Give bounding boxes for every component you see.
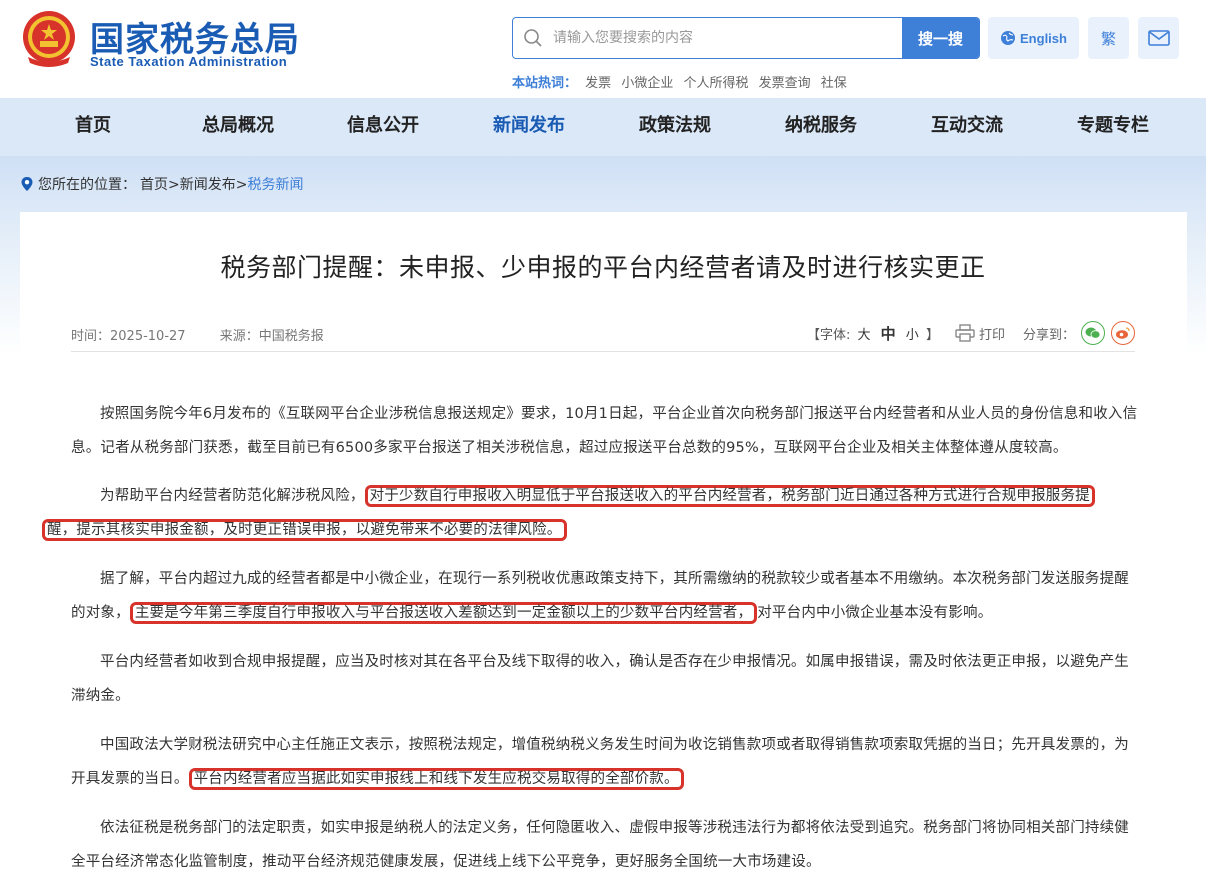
article-paragraph: 依法征税是税务部门的法定职责，如实申报是纳税人的法定义务，任何隐匿收入、虚假申报…: [71, 820, 1129, 870]
font-size-medium[interactable]: 中: [881, 325, 896, 343]
font-size-large[interactable]: 大: [857, 328, 870, 343]
article-source: 来源：中国税务报: [219, 329, 324, 344]
hot-word-link[interactable]: 发票: [585, 76, 611, 91]
hot-words-label: 本站热词：: [512, 76, 578, 91]
hot-word-link[interactable]: 小微企业: [621, 76, 673, 91]
hot-word-link[interactable]: 社保: [821, 76, 847, 91]
globe-icon: [1001, 31, 1016, 45]
highlighted-text: 平台内经营者应当据此如实申报线上和线下发生应税交易取得的全部价款。: [188, 768, 684, 790]
search-input[interactable]: [553, 18, 903, 58]
article-paragraph: 中国政法大学财税法研究中心主任施正文表示，按照税法规定，增值税纳税义务发生时间为…: [71, 728, 1141, 796]
nav-item-special-topics[interactable]: 专题专栏: [1077, 98, 1149, 156]
paragraph-text: 对平台内中小微企业基本没有影响。: [757, 605, 993, 621]
mail-icon: [1147, 30, 1170, 46]
breadcrumb-prefix: 您所在的位置：: [38, 177, 136, 193]
article-title: 税务部门提醒：未申报、少申报的平台内经营者请及时进行核实更正: [220, 253, 986, 282]
article-meta: 时间：2025-10-27 来源：中国税务报 【字体: 大 中 小 】 打印 分…: [71, 316, 1135, 352]
breadcrumb-path[interactable]: 首页>新闻发布>: [140, 174, 247, 194]
highlighted-text: 对于少数自行申报收入明显低于平台报送收入的平台内经营者，税务部门近日通过各种方式…: [364, 485, 1095, 507]
location-pin-icon: [21, 177, 33, 191]
article-tools: 【字体: 大 中 小 】 打印 分享到：: [807, 321, 1135, 345]
article-paragraph: 平台内经营者如收到合规申报提醒，应当及时核对其在各平台及线下取得的收入，确认是否…: [71, 654, 1129, 704]
print-button[interactable]: 打印: [955, 324, 1005, 343]
nav-item-tax-service[interactable]: 纳税服务: [785, 98, 857, 156]
national-emblem-logo[interactable]: [20, 9, 78, 69]
highlighted-text: 主要是今年第三季度自行申报收入与平台报送收入差额达到一定金额以上的少数平台内经营…: [129, 602, 758, 624]
mail-button[interactable]: [1138, 17, 1179, 59]
article-meta-left: 时间：2025-10-27 来源：中国税务报: [71, 325, 354, 344]
site-logo-english[interactable]: State Taxation Administration: [90, 54, 287, 69]
english-label: English: [1020, 30, 1067, 46]
site-header: 国家税务总局 State Taxation Administration 搜一搜…: [0, 0, 1206, 98]
printer-icon: [955, 324, 975, 342]
hot-word-link[interactable]: 发票查询: [759, 76, 811, 91]
font-size-open: 【字体:: [806, 327, 851, 343]
wechat-share-icon[interactable]: [1081, 321, 1105, 345]
nav-item-info-disclosure[interactable]: 信息公开: [347, 98, 419, 156]
print-label: 打印: [978, 327, 1005, 343]
article-paragraph: 按照国务院今年6月发布的《互联网平台企业涉税信息报送规定》要求，10月1日起，平…: [71, 406, 1138, 456]
paragraph-text: 为帮助平台内经营者防范化解涉税风险，: [100, 488, 365, 504]
search-button[interactable]: 搜一搜: [902, 18, 979, 58]
highlighted-text: 醒，提示其核实申报金额，及时更正错误申报，以避免带来不必要的法律风险。: [42, 519, 567, 541]
breadcrumb: 您所在的位置： 首页>新闻发布> 税务新闻: [20, 174, 303, 194]
nav-item-news[interactable]: 新闻发布: [493, 98, 565, 156]
nav-item-policy[interactable]: 政策法规: [639, 98, 711, 156]
main-nav: 首页 总局概况 信息公开 新闻发布 政策法规 纳税服务 互动交流 专题专栏: [0, 98, 1206, 156]
nav-item-interaction[interactable]: 互动交流: [931, 98, 1003, 156]
nav-item-home[interactable]: 首页: [75, 98, 111, 156]
traditional-chinese-button[interactable]: 繁: [1088, 17, 1129, 59]
font-size-small[interactable]: 小: [906, 328, 919, 343]
article-paragraph: 为帮助平台内经营者防范化解涉税风险， 对于少数自行申报收入明显低于平台报送收入的平…: [42, 479, 1141, 547]
font-size-control: 【字体: 大 中 小 】: [807, 323, 939, 344]
publish-time: 时间：2025-10-27: [71, 329, 186, 344]
hot-words-bar: 本站热词： 发票 小微企业 个人所得税 发票查询 社保: [512, 72, 853, 91]
search-icon: [524, 29, 542, 47]
article-paragraph: 据了解，平台内超过九成的经营者都是中小微企业，在现行一系列税收优惠政策支持下，其…: [71, 562, 1141, 630]
search-box: 搜一搜: [512, 17, 980, 59]
font-size-close: 】: [925, 327, 939, 343]
weibo-share-icon[interactable]: [1111, 321, 1135, 345]
english-button[interactable]: English: [988, 17, 1079, 59]
hot-word-link[interactable]: 个人所得税: [683, 76, 748, 91]
nav-item-overview[interactable]: 总局概况: [202, 98, 274, 156]
breadcrumb-current[interactable]: 税务新闻: [247, 174, 303, 194]
share-label: 分享到：: [1022, 327, 1075, 343]
